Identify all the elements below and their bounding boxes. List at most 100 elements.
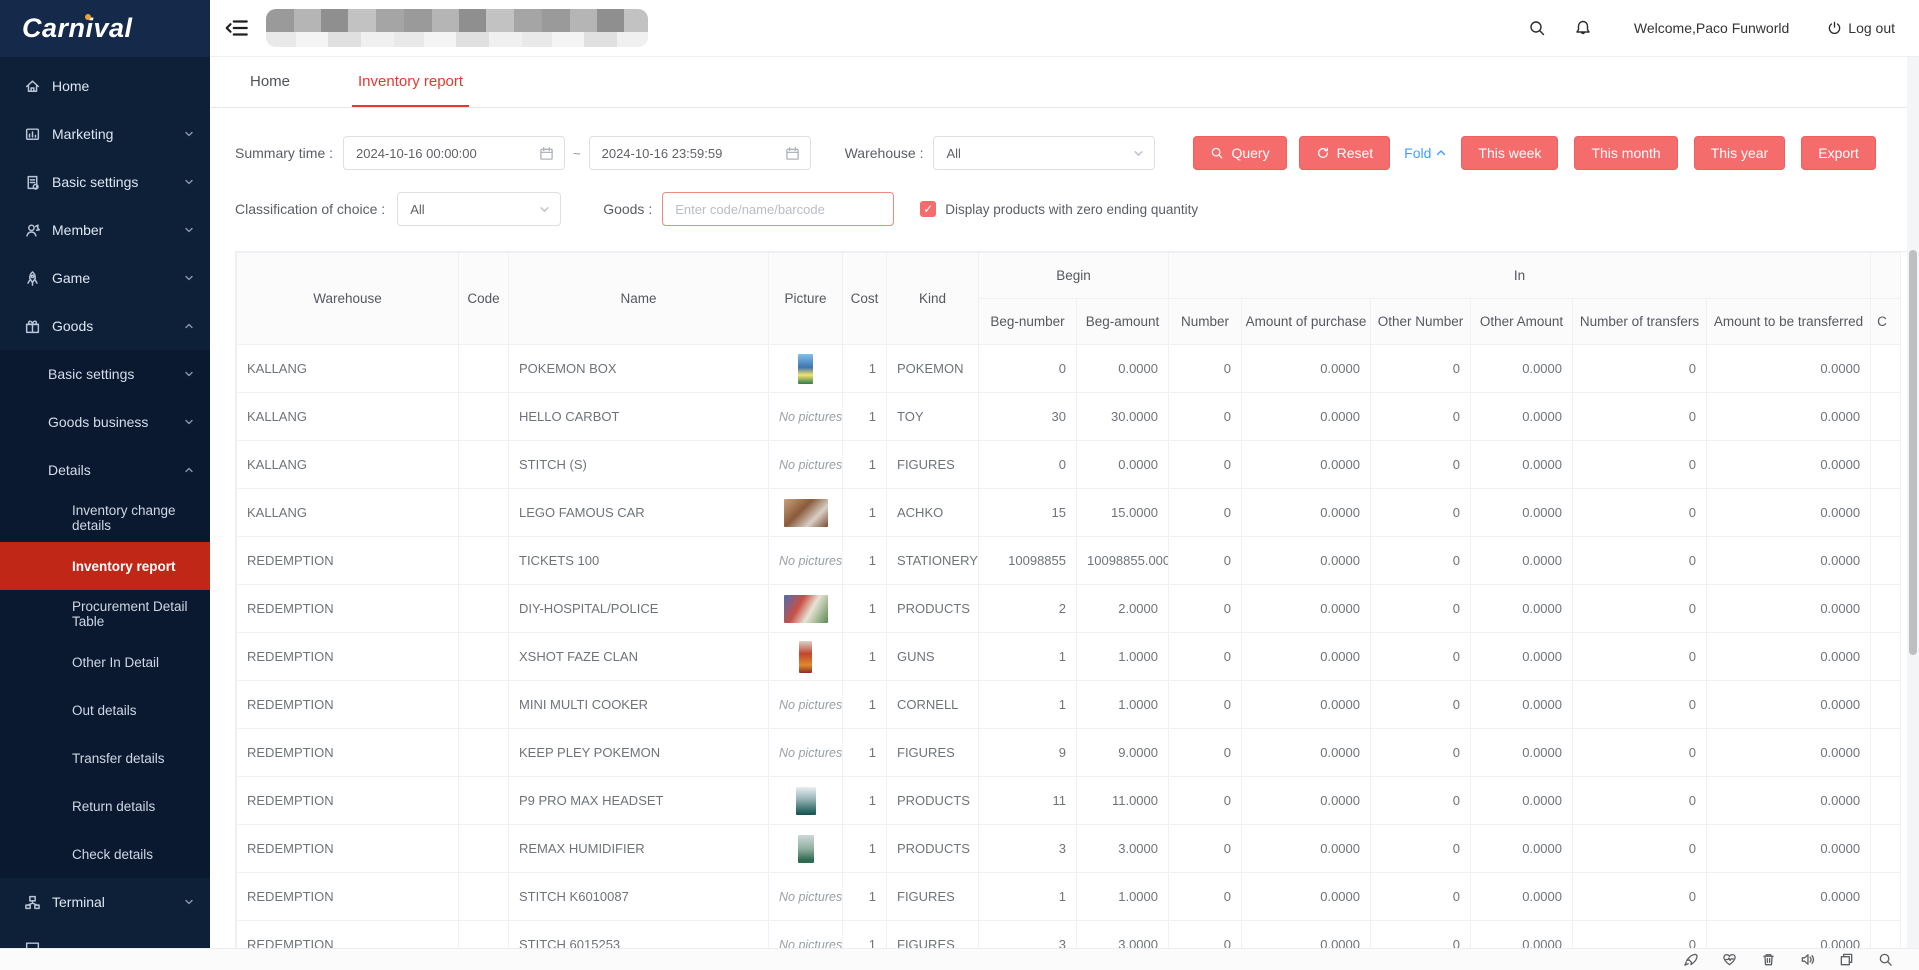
rocket-icon[interactable]: [1683, 952, 1698, 967]
fold-toggle[interactable]: Fold: [1404, 145, 1447, 161]
table-row: REDEMPTIONKEEP PLEY POKEMONNo pictures1F…: [237, 729, 1901, 777]
cell-other-amount: 0.0000: [1471, 825, 1573, 873]
sidebar-item-label: Other In Detail: [72, 655, 159, 670]
col-group-overflow: [1871, 253, 1901, 299]
export-button[interactable]: Export: [1801, 136, 1875, 170]
cell-name: XSHOT FAZE CLAN: [509, 633, 769, 681]
home-icon: [24, 78, 41, 95]
table-row: KALLANGLEGO FAMOUS CAR1ACHKO1515.000000.…: [237, 489, 1901, 537]
warehouse-value: All: [946, 146, 960, 161]
sidebar-item-check-details[interactable]: Check details: [0, 830, 210, 878]
cell-code: [459, 681, 509, 729]
table-row: REDEMPTIONTICKETS 100No pictures1STATION…: [237, 537, 1901, 585]
cell-other-amount: 0.0000: [1471, 681, 1573, 729]
bell-icon[interactable]: [1574, 19, 1592, 37]
cell-transfer-amount: 0.0000: [1707, 345, 1871, 393]
sidebar-item-terminal[interactable]: Terminal: [0, 878, 210, 926]
query-button[interactable]: Query: [1193, 136, 1286, 170]
col-group-begin: Begin: [979, 253, 1169, 299]
col-name: Name: [509, 253, 769, 345]
sidebar-item-details[interactable]: Details: [0, 446, 210, 494]
cell-transfer-number: 0: [1573, 633, 1707, 681]
sidebar-item-inventory-report[interactable]: Inventory report: [0, 542, 210, 590]
this-month-button[interactable]: This month: [1574, 136, 1677, 170]
cell-picture: No pictures: [769, 873, 843, 921]
product-photo[interactable]: [798, 835, 814, 863]
chevron-down-icon: [184, 369, 194, 379]
product-photo[interactable]: [784, 595, 828, 623]
cell-name: LEGO FAMOUS CAR: [509, 489, 769, 537]
cell-in-number: 0: [1169, 729, 1242, 777]
cell-purchase-amount: 0.0000: [1242, 489, 1371, 537]
logout-button[interactable]: Log out: [1827, 20, 1895, 36]
sidebar-item-marketing[interactable]: Marketing: [0, 110, 210, 158]
cell-code: [459, 777, 509, 825]
sidebar-item-other-in-detail[interactable]: Other In Detail: [0, 638, 210, 686]
cell-picture: [769, 489, 843, 537]
sidebar-item-goods-business[interactable]: Goods business: [0, 398, 210, 446]
cell-purchase-amount: 0.0000: [1242, 825, 1371, 873]
cell-other-number: 0: [1371, 873, 1471, 921]
warehouse-select[interactable]: All: [933, 136, 1155, 170]
search-icon[interactable]: [1528, 19, 1546, 37]
heart-pulse-icon[interactable]: [1722, 952, 1737, 967]
cell-transfer-number: 0: [1573, 729, 1707, 777]
date-to-input[interactable]: 2024-10-16 23:59:59: [589, 136, 811, 170]
tab-home[interactable]: Home: [244, 57, 296, 107]
col-in-number: Number: [1169, 299, 1242, 345]
chevron-down-icon: [539, 204, 550, 215]
vertical-scrollbar-thumb[interactable]: [1909, 250, 1917, 655]
cell-picture: No pictures: [769, 681, 843, 729]
cell-transfer-amount: 0.0000: [1707, 729, 1871, 777]
zero-quantity-checkbox[interactable]: ✓: [920, 201, 936, 217]
sidebar-item-inventory-change-details[interactable]: Inventory change details: [0, 494, 210, 542]
cell-other-amount: 0.0000: [1471, 729, 1573, 777]
cell-picture: [769, 585, 843, 633]
sidebar-item-out-details[interactable]: Out details: [0, 686, 210, 734]
sidebar-item-home[interactable]: Home: [0, 62, 210, 110]
cell-other-number: 0: [1371, 345, 1471, 393]
sidebar-item-transfer-details[interactable]: Transfer details: [0, 734, 210, 782]
sidebar-item-procurement-detail-table[interactable]: Procurement Detail Table: [0, 590, 210, 638]
cell-transfer-number: 0: [1573, 441, 1707, 489]
this-week-button[interactable]: This week: [1461, 136, 1558, 170]
sidebar-item-member[interactable]: Member: [0, 206, 210, 254]
sidebar-item-return-details[interactable]: Return details: [0, 782, 210, 830]
col-kind: Kind: [887, 253, 979, 345]
product-photo[interactable]: [799, 641, 812, 673]
cell-other-amount: 0.0000: [1471, 489, 1573, 537]
classification-select[interactable]: All: [397, 192, 561, 226]
sidebar-item-game[interactable]: Game: [0, 254, 210, 302]
warehouse-label: Warehouse :: [845, 145, 924, 161]
cell-overflow: [1871, 441, 1901, 489]
collapse-menu-icon[interactable]: [224, 15, 250, 41]
sidebar-item-goods-basic-settings[interactable]: Basic settings: [0, 350, 210, 398]
query-label: Query: [1231, 145, 1269, 161]
vertical-scrollbar-track[interactable]: [1907, 57, 1919, 970]
tab-inventory-report[interactable]: Inventory report: [352, 57, 469, 107]
product-photo[interactable]: [796, 787, 816, 815]
this-year-button[interactable]: This year: [1694, 136, 1786, 170]
magnifier-icon[interactable]: [1878, 952, 1893, 967]
cell-warehouse: REDEMPTION: [237, 921, 459, 952]
sidebar-item-goods[interactable]: Goods: [0, 302, 210, 350]
product-photo[interactable]: [798, 354, 813, 384]
cell-cost: 1: [843, 345, 887, 393]
trash-icon[interactable]: [1761, 952, 1776, 967]
speaker-icon[interactable]: [1800, 952, 1815, 967]
cell-warehouse: REDEMPTION: [237, 681, 459, 729]
sidebar-item-basic-settings[interactable]: Basic settings: [0, 158, 210, 206]
chevron-up-icon: [184, 321, 194, 331]
date-from-input[interactable]: 2024-10-16 00:00:00: [343, 136, 565, 170]
reset-button[interactable]: Reset: [1299, 136, 1391, 170]
sidebar-item-label: Inventory report: [72, 559, 176, 574]
date-range-separator: ~: [573, 146, 581, 161]
cell-other-amount: 0.0000: [1471, 393, 1573, 441]
cell-beg-number: 30: [979, 393, 1077, 441]
cell-warehouse: KALLANG: [237, 489, 459, 537]
goods-search-input[interactable]: Enter code/name/barcode: [662, 192, 894, 226]
product-photo[interactable]: [784, 499, 828, 527]
cell-picture: [769, 777, 843, 825]
restore-window-icon[interactable]: [1839, 952, 1854, 967]
cell-overflow: [1871, 393, 1901, 441]
